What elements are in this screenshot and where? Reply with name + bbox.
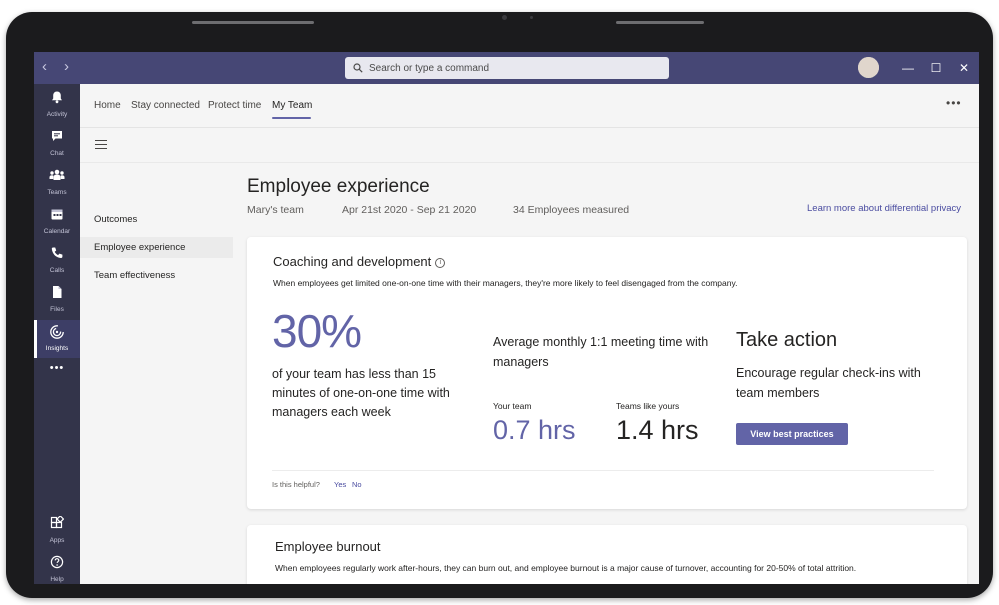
- info-icon[interactable]: i: [435, 258, 446, 268]
- view-best-practices-button[interactable]: View best practices: [736, 423, 848, 445]
- comparison-title: Average monthly 1:1 meeting time with ma…: [493, 335, 709, 369]
- toolbar: [80, 128, 979, 163]
- tab-home[interactable]: Home: [94, 100, 121, 111]
- rail-item-activity[interactable]: Activity: [34, 86, 80, 124]
- device-button: [192, 21, 314, 24]
- back-arrow-icon[interactable]: ‹: [42, 58, 54, 76]
- rail-label: Activity: [46, 111, 68, 118]
- employees-measured: 34 Employees measured: [513, 204, 630, 216]
- more-icon: •••: [49, 362, 65, 374]
- search-icon: [353, 63, 363, 73]
- rail-label: Calendar: [43, 228, 71, 235]
- teams-icon: [34, 168, 80, 188]
- tab-stay-connected[interactable]: Stay connected: [131, 100, 200, 111]
- rail-label: Help: [50, 576, 64, 583]
- apps-icon: [34, 515, 80, 536]
- history-nav: ‹ ›: [42, 58, 76, 76]
- rail-item-teams[interactable]: Teams: [34, 164, 80, 202]
- rail-label: Calls: [49, 267, 65, 274]
- title-bar: ‹ › Search or type a command — ☐ ✕: [34, 52, 979, 84]
- active-tab-indicator: [272, 117, 311, 119]
- search-input[interactable]: Search or type a command: [345, 57, 669, 79]
- rail-label: Insights: [45, 345, 69, 352]
- card-title-text: Coaching and development: [273, 254, 432, 269]
- rail-item-calls[interactable]: Calls: [34, 242, 80, 280]
- chat-icon: [34, 129, 80, 149]
- help-icon: [34, 555, 80, 575]
- main-content: Employee experience Mary's team Apr 21st…: [247, 163, 979, 584]
- hamburger-menu-icon[interactable]: [95, 140, 107, 152]
- card-description: When employees regularly work after-hour…: [275, 563, 857, 573]
- coaching-card: Coaching and development i When employees…: [247, 237, 967, 509]
- phone-icon: [34, 246, 80, 266]
- app-bar: Activity Chat Teams Calendar Calls Files: [34, 84, 80, 584]
- teams-window: ‹ › Search or type a command — ☐ ✕ Activ…: [34, 52, 979, 584]
- minimize-button[interactable]: —: [894, 59, 922, 77]
- your-team-label: Your team: [493, 401, 532, 411]
- rail-more-button[interactable]: •••: [34, 354, 80, 380]
- card-description: When employees get limited one-on-one ti…: [273, 278, 738, 288]
- calendar-icon: [34, 207, 80, 227]
- rail-item-apps[interactable]: Apps: [34, 512, 80, 550]
- bell-icon: [34, 90, 80, 110]
- insights-icon: [34, 324, 80, 344]
- rail-label: Chat: [50, 150, 64, 157]
- forward-arrow-icon[interactable]: ›: [64, 58, 76, 76]
- burnout-card: Employee burnout When employees regularl…: [247, 525, 967, 584]
- device-sensor: [530, 16, 533, 19]
- card-title: Coaching and development i: [273, 254, 446, 269]
- big-stat-text: of your team has less than 15 minutes of…: [272, 367, 450, 419]
- nav-item-team-effectiveness[interactable]: Team effectiveness: [80, 265, 233, 286]
- nav-item-employee-experience[interactable]: Employee experience: [80, 237, 233, 258]
- tab-my-team[interactable]: My Team: [272, 100, 312, 111]
- rail-item-files[interactable]: Files: [34, 281, 80, 319]
- device-button: [616, 21, 704, 24]
- close-button[interactable]: ✕: [950, 59, 978, 77]
- action-title: Take action: [736, 329, 838, 351]
- big-stat: 30%: [272, 305, 362, 357]
- tablet-frame: ‹ › Search or type a command — ☐ ✕ Activ…: [6, 12, 993, 598]
- rail-item-insights[interactable]: Insights: [34, 320, 80, 358]
- your-team-value: 0.7 hrs: [493, 415, 576, 445]
- rail-label: Apps: [49, 537, 65, 544]
- team-name: Mary's team: [247, 204, 304, 216]
- helpful-question: Is this helpful?: [272, 480, 320, 489]
- section-nav: Outcomes Employee experience Team effect…: [80, 163, 247, 584]
- file-icon: [34, 285, 80, 305]
- maximize-button[interactable]: ☐: [922, 59, 950, 77]
- window-controls: — ☐ ✕: [894, 59, 978, 77]
- rail-item-help[interactable]: Help: [34, 551, 80, 584]
- action-text: Encourage regular check-ins with team me…: [736, 366, 921, 400]
- rail-item-calendar[interactable]: Calendar: [34, 203, 80, 241]
- page-title: Employee experience: [247, 176, 430, 197]
- peers-label: Teams like yours: [616, 401, 680, 411]
- app-tab-bar: Home Stay connected Protect time My Team…: [80, 84, 979, 128]
- divider: [272, 470, 934, 471]
- helpful-yes-link[interactable]: Yes: [334, 480, 346, 489]
- rail-label: Files: [50, 306, 64, 313]
- card-title: Employee burnout: [275, 539, 381, 554]
- peers-value: 1.4 hrs: [616, 415, 699, 445]
- more-options-icon[interactable]: •••: [946, 96, 962, 110]
- privacy-link[interactable]: Learn more about differential privacy: [807, 203, 961, 214]
- presence-available-icon: [858, 57, 879, 78]
- helpful-no-link[interactable]: No: [352, 480, 362, 489]
- rail-item-chat[interactable]: Chat: [34, 125, 80, 163]
- rail-label: Teams: [47, 189, 67, 196]
- tab-protect-time[interactable]: Protect time: [208, 100, 261, 111]
- device-camera: [502, 15, 507, 20]
- date-range: Apr 21st 2020 - Sep 21 2020: [342, 204, 477, 216]
- search-placeholder: Search or type a command: [369, 62, 490, 74]
- nav-item-outcomes[interactable]: Outcomes: [80, 209, 233, 230]
